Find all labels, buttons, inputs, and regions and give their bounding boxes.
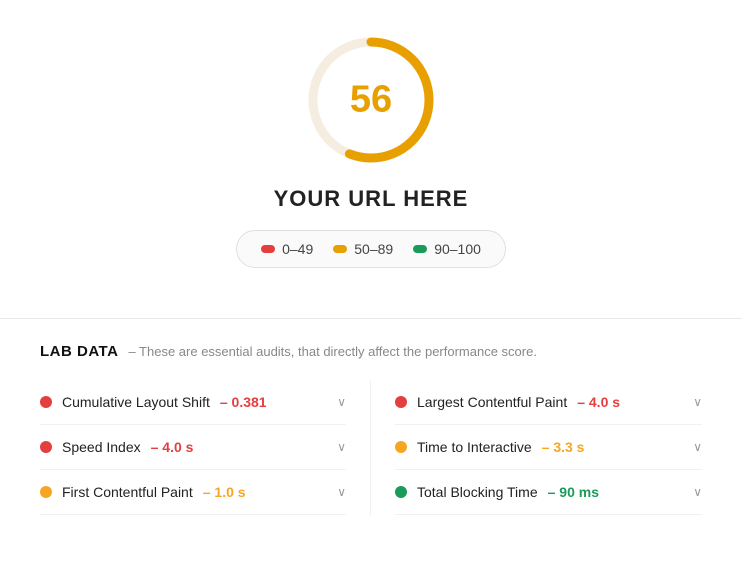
metric-value-fcp: – 1.0 s <box>203 484 246 500</box>
metric-dot-tti <box>395 441 407 453</box>
metric-cumulative-layout-shift[interactable]: Cumulative Layout Shift – 0.381 ∨ <box>40 380 346 425</box>
metric-left-fcp: First Contentful Paint – 1.0 s <box>40 484 246 500</box>
metric-left-si: Speed Index – 4.0 s <box>40 439 193 455</box>
metric-dot-fcp <box>40 486 52 498</box>
chevron-lcp: ∨ <box>693 395 702 409</box>
metric-speed-index[interactable]: Speed Index – 4.0 s ∨ <box>40 425 346 470</box>
metric-left-cls: Cumulative Layout Shift – 0.381 <box>40 394 267 410</box>
metric-value-tti: – 3.3 s <box>542 439 585 455</box>
metric-name-fcp: First Contentful Paint <box>62 484 193 500</box>
legend-dot-orange <box>333 245 347 253</box>
top-section: 56 YOUR URL HERE 0–49 50–89 90–100 <box>0 0 742 298</box>
metric-name-lcp: Largest Contentful Paint <box>417 394 567 410</box>
legend-dot-red <box>261 245 275 253</box>
metric-first-contentful-paint[interactable]: First Contentful Paint – 1.0 s ∨ <box>40 470 346 515</box>
metric-left-lcp: Largest Contentful Paint – 4.0 s <box>395 394 620 410</box>
chevron-tti: ∨ <box>693 440 702 454</box>
lab-section: LAB DATA – These are essential audits, t… <box>0 319 742 535</box>
metric-total-blocking-time[interactable]: Total Blocking Time – 90 ms ∨ <box>395 470 702 515</box>
metric-time-to-interactive[interactable]: Time to Interactive – 3.3 s ∨ <box>395 425 702 470</box>
chevron-fcp: ∨ <box>337 485 346 499</box>
lab-title: LAB DATA <box>40 343 118 360</box>
legend-dot-green <box>413 245 427 253</box>
metric-value-si: – 4.0 s <box>151 439 194 455</box>
legend-item-green: 90–100 <box>413 241 481 257</box>
score-value: 56 <box>350 79 392 122</box>
metric-dot-tbt <box>395 486 407 498</box>
metric-dot-cls <box>40 396 52 408</box>
metric-dot-lcp <box>395 396 407 408</box>
legend: 0–49 50–89 90–100 <box>236 230 506 268</box>
metric-dot-si <box>40 441 52 453</box>
metrics-col-right: Largest Contentful Paint – 4.0 s ∨ Time … <box>371 380 702 515</box>
score-circle: 56 <box>301 30 441 170</box>
metrics-grid: Cumulative Layout Shift – 0.381 ∨ Speed … <box>40 380 702 515</box>
lab-header: LAB DATA – These are essential audits, t… <box>40 343 702 360</box>
chevron-tbt: ∨ <box>693 485 702 499</box>
legend-item-orange: 50–89 <box>333 241 393 257</box>
metric-name-tti: Time to Interactive <box>417 439 532 455</box>
legend-item-red: 0–49 <box>261 241 313 257</box>
metrics-col-left: Cumulative Layout Shift – 0.381 ∨ Speed … <box>40 380 371 515</box>
legend-label-orange: 50–89 <box>354 241 393 257</box>
lab-subtitle: – These are essential audits, that direc… <box>128 344 537 359</box>
chevron-si: ∨ <box>337 440 346 454</box>
metric-name-cls: Cumulative Layout Shift <box>62 394 210 410</box>
legend-label-green: 90–100 <box>434 241 481 257</box>
metric-largest-contentful-paint[interactable]: Largest Contentful Paint – 4.0 s ∨ <box>395 380 702 425</box>
metric-name-tbt: Total Blocking Time <box>417 484 538 500</box>
chevron-cls: ∨ <box>337 395 346 409</box>
url-title: YOUR URL HERE <box>274 186 469 212</box>
metric-left-tbt: Total Blocking Time – 90 ms <box>395 484 599 500</box>
metric-name-si: Speed Index <box>62 439 141 455</box>
metric-value-tbt: – 90 ms <box>548 484 599 500</box>
legend-label-red: 0–49 <box>282 241 313 257</box>
metric-value-cls: – 0.381 <box>220 394 267 410</box>
metric-left-tti: Time to Interactive – 3.3 s <box>395 439 584 455</box>
metric-value-lcp: – 4.0 s <box>577 394 620 410</box>
